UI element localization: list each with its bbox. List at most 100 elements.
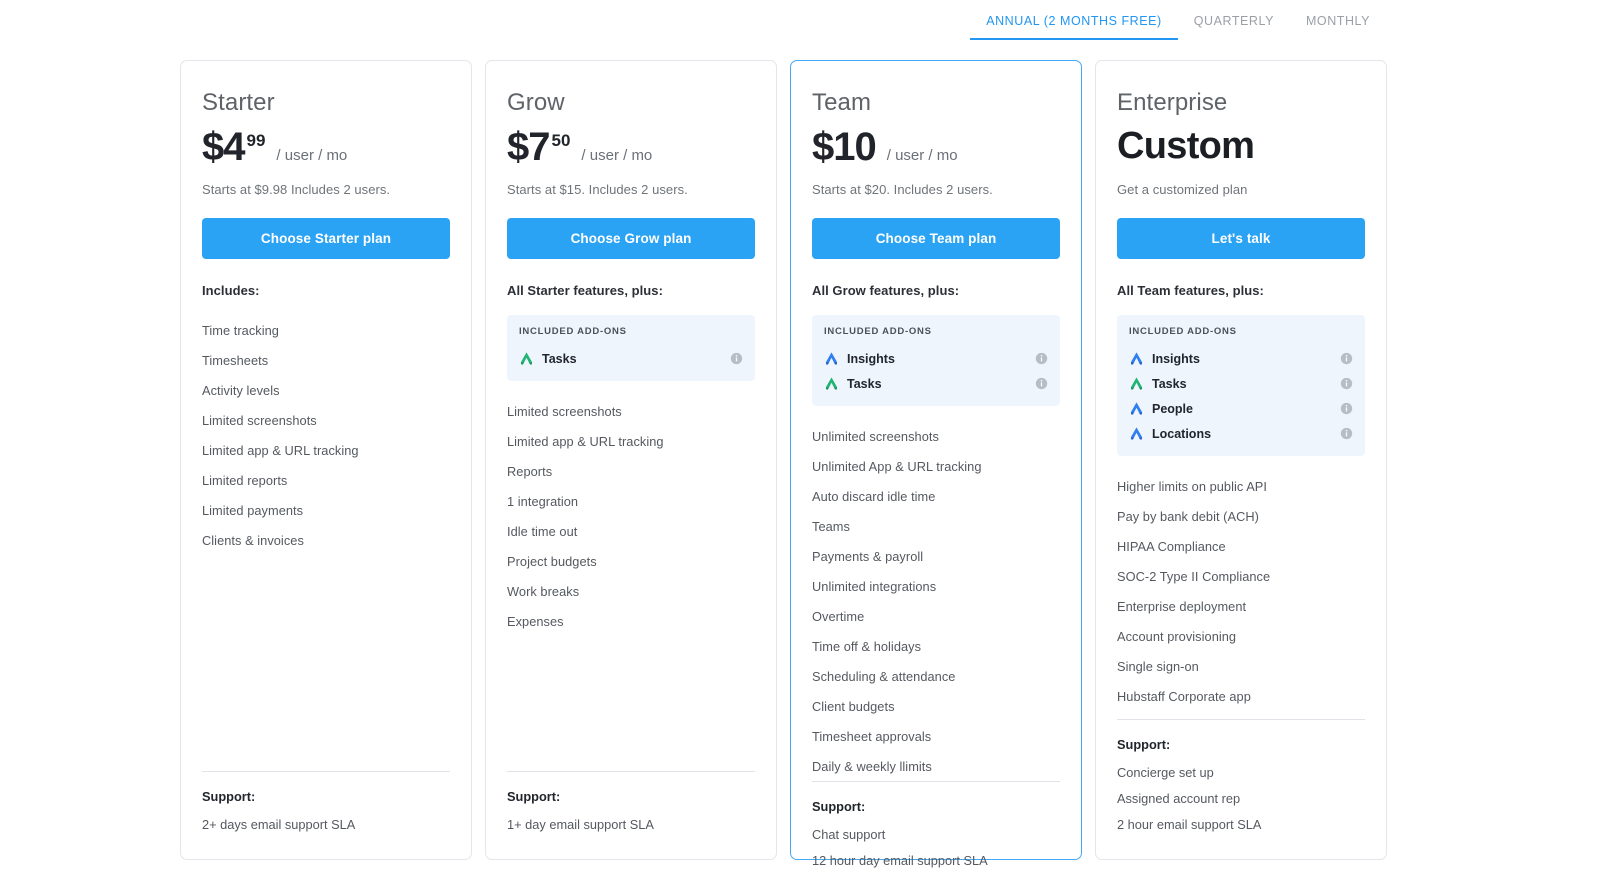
info-icon[interactable]	[1035, 352, 1048, 365]
price-note: Starts at $15. Includes 2 users.	[507, 182, 688, 197]
billing-period-tabs: ANNUAL (2 MONTHS FREE) QUARTERLY MONTHLY	[0, 0, 1600, 46]
support-divider	[202, 771, 450, 772]
included-addons-box: INCLUDED ADD-ONS Tasks	[507, 315, 755, 381]
billing-tab-quarterly[interactable]: QUARTERLY	[1178, 14, 1290, 40]
feature-item: Idle time out	[507, 523, 578, 539]
addon-row[interactable]: People	[1129, 396, 1353, 421]
support-list: 2+ days email support SLA	[202, 811, 450, 837]
support-section: Support: 2+ days email support SLA	[202, 771, 450, 859]
info-icon[interactable]	[1340, 377, 1353, 390]
feature-item: Client budgets	[812, 698, 895, 714]
feature-item: SOC-2 Type II Compliance	[1117, 568, 1271, 584]
plan-price: $4 99 / user / mo	[202, 127, 450, 171]
addon-label: Insights	[1152, 351, 1200, 366]
feature-list: Time tracking Timesheets Activity levels Li…	[202, 315, 450, 555]
feature-item: Clients & invoices	[202, 532, 304, 548]
feature-item: Limited screenshots	[507, 403, 622, 419]
support-item: Concierge set up	[1117, 764, 1214, 780]
addon-insights-icon	[824, 351, 839, 366]
pricing-card-grow: Grow $7 50 / user / mo Starts at $15. Includ…	[485, 60, 777, 860]
price-note: Get a customized plan	[1117, 182, 1248, 197]
billing-tab-annual[interactable]: ANNUAL (2 MONTHS FREE)	[970, 14, 1178, 40]
features-heading: Includes:	[202, 283, 260, 298]
feature-item: Limited app & URL tracking	[507, 433, 664, 449]
feature-item: Limited screenshots	[202, 412, 317, 428]
features-heading: All Team features, plus:	[1117, 283, 1264, 298]
feature-item: Account provisioning	[1117, 628, 1237, 644]
feature-list: Higher limits on public API Pay by bank d…	[1117, 471, 1365, 711]
addon-locations-icon	[1129, 426, 1144, 441]
addon-label: People	[1152, 401, 1193, 416]
feature-item: HIPAA Compliance	[1117, 538, 1226, 554]
support-divider	[507, 771, 755, 772]
support-divider	[1117, 719, 1365, 720]
support-item: 2 hour email support SLA	[1117, 816, 1262, 832]
billing-tab-monthly[interactable]: MONTHLY	[1290, 14, 1386, 40]
feature-list: Unlimited screenshots Unlimited App & URL…	[812, 421, 1060, 781]
plan-name: Starter	[202, 89, 275, 116]
choose-plan-button[interactable]: Choose Team plan	[812, 218, 1060, 259]
choose-plan-button[interactable]: Let's talk	[1117, 218, 1365, 259]
feature-item: Time off & holidays	[812, 638, 922, 654]
addon-row[interactable]: Locations	[1129, 421, 1353, 446]
info-icon[interactable]	[730, 352, 743, 365]
support-section: Support: Concierge set up Assigned account…	[1117, 719, 1365, 859]
choose-plan-button[interactable]: Choose Starter plan	[202, 218, 450, 259]
feature-item: Work breaks	[507, 583, 580, 599]
feature-item: Timesheet approvals	[812, 728, 932, 744]
addon-tasks-icon	[519, 351, 534, 366]
feature-item: Payments & payroll	[812, 548, 924, 564]
support-heading: Support:	[202, 789, 256, 804]
addons-heading: INCLUDED ADD-ONS	[1129, 326, 1237, 337]
addon-row[interactable]: Insights	[1129, 346, 1353, 371]
feature-item: Unlimited integrations	[812, 578, 937, 594]
feature-item: Activity levels	[202, 382, 280, 398]
feature-item: Daily & weekly llimits	[812, 758, 932, 774]
features-heading: All Starter features, plus:	[507, 283, 663, 298]
addons-heading: INCLUDED ADD-ONS	[824, 326, 932, 337]
feature-item: Unlimited App & URL tracking	[812, 458, 982, 474]
addon-row[interactable]: Tasks	[824, 371, 1048, 396]
price-note: Starts at $20. Includes 2 users.	[812, 182, 993, 197]
plan-name: Grow	[507, 89, 565, 116]
support-item: 2+ days email support SLA	[202, 816, 356, 832]
price-unit: / user / mo	[886, 147, 958, 164]
info-icon[interactable]	[1340, 402, 1353, 415]
addon-row[interactable]: Insights	[824, 346, 1048, 371]
addons-heading: INCLUDED ADD-ONS	[519, 326, 627, 337]
price-amount: $4	[202, 125, 245, 169]
pricing-card-starter: Starter $4 99 / user / mo Starts at $9.98 In…	[180, 60, 472, 860]
support-list: Chat support 12 hour day email support SL…	[812, 821, 1060, 873]
addon-row[interactable]: Tasks	[1129, 371, 1353, 396]
addon-label: Locations	[1152, 426, 1212, 441]
info-icon[interactable]	[1035, 377, 1048, 390]
addon-tasks-icon	[824, 376, 839, 391]
feature-item: Timesheets	[202, 352, 269, 368]
info-icon[interactable]	[1340, 352, 1353, 365]
feature-item: Scheduling & attendance	[812, 668, 956, 684]
feature-item: Single sign-on	[1117, 658, 1199, 674]
price-amount: $7	[507, 125, 550, 169]
price-note: Starts at $9.98 Includes 2 users.	[202, 182, 391, 197]
pricing-card-enterprise: Enterprise Custom Get a customized plan Let…	[1095, 60, 1387, 860]
plan-name: Team	[812, 89, 872, 116]
features-heading: All Grow features, plus:	[812, 283, 960, 298]
addon-insights-icon	[1129, 351, 1144, 366]
info-icon[interactable]	[1340, 427, 1353, 440]
feature-item: Unlimited screenshots	[812, 428, 939, 444]
feature-item: Overtime	[812, 608, 865, 624]
support-heading: Support:	[812, 799, 866, 814]
feature-item: Limited payments	[202, 502, 304, 518]
plan-price: $10 / user / mo	[812, 127, 1060, 171]
feature-item: Limited app & URL tracking	[202, 442, 359, 458]
feature-item: 1 integration	[507, 493, 579, 509]
addon-label: Insights	[847, 351, 895, 366]
support-heading: Support:	[507, 789, 561, 804]
price-unit: / user / mo	[581, 147, 653, 164]
included-addons-box: INCLUDED ADD-ONS Insights Tasks People Locat…	[1117, 315, 1365, 456]
addon-tasks-icon	[1129, 376, 1144, 391]
addon-label: Tasks	[1152, 376, 1187, 391]
addon-row[interactable]: Tasks	[519, 346, 743, 371]
price-custom: Custom	[1117, 125, 1255, 167]
choose-plan-button[interactable]: Choose Grow plan	[507, 218, 755, 259]
